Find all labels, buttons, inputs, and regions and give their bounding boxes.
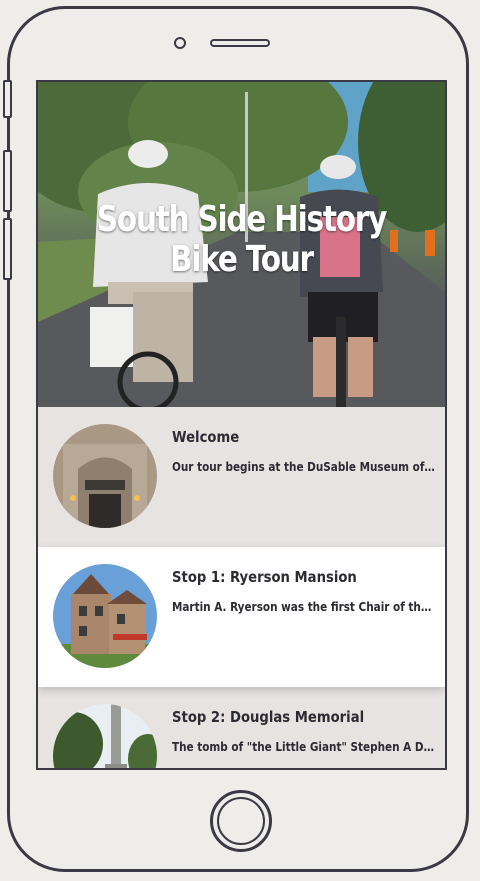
museum-thumbnail — [53, 424, 157, 528]
volume-down-button — [3, 218, 12, 280]
tour-stop-douglas-memorial[interactable]: Stop 2: Douglas Memorial The tomb of "th… — [38, 687, 445, 768]
mute-switch — [3, 80, 12, 118]
stop-description: The tomb of "the Little Giant" Stephen A… — [172, 740, 437, 754]
stop-title: Stop 1: Ryerson Mansion — [172, 568, 357, 586]
home-button[interactable] — [210, 790, 272, 852]
hero-banner: South Side History Bike Tour — [38, 82, 445, 407]
memorial-thumbnail — [53, 704, 157, 768]
stop-description: Our tour begins at the DuSable Museum of… — [172, 460, 437, 474]
stop-description: Martin A. Ryerson was the first Chair of… — [172, 600, 437, 614]
mansion-thumbnail — [53, 564, 157, 668]
stop-title: Welcome — [172, 428, 240, 446]
hero-title-line1: South Side History — [96, 199, 387, 240]
volume-up-button — [3, 150, 12, 212]
hero-title-line2: Bike Tour — [170, 239, 314, 280]
tour-stop-list: Welcome Our tour begins at the DuSable M… — [38, 407, 445, 768]
hero-title: South Side History Bike Tour — [75, 200, 409, 280]
tour-stop-welcome[interactable]: Welcome Our tour begins at the DuSable M… — [38, 407, 445, 547]
front-camera-icon — [174, 37, 186, 49]
tour-stop-ryerson-mansion[interactable]: Stop 1: Ryerson Mansion Martin A. Ryerso… — [38, 547, 445, 687]
stop-title: Stop 2: Douglas Memorial — [172, 708, 365, 726]
app-screen: South Side History Bike Tour Welcome Our… — [36, 80, 447, 770]
speaker-grille — [210, 39, 270, 47]
